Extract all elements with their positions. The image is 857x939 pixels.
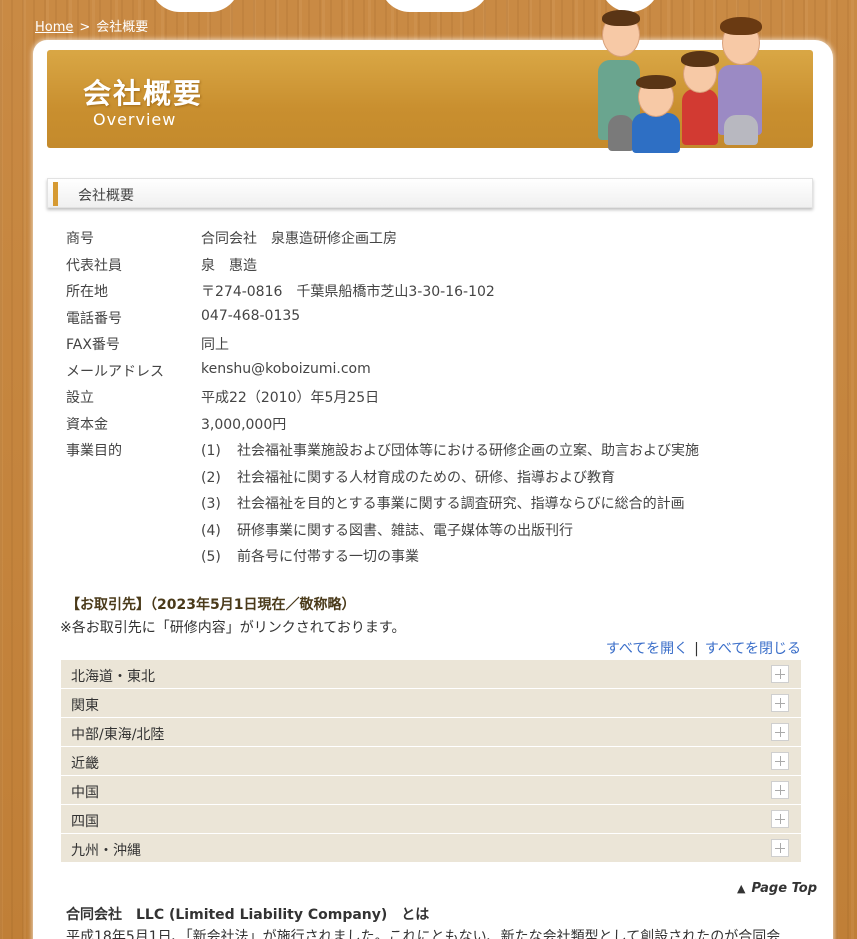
accordion-item-kanto[interactable]: 関東 (61, 689, 801, 718)
info-label: 所在地 (66, 284, 108, 300)
plus-icon[interactable] (771, 752, 789, 770)
accordion-item-label: 関東 (71, 698, 99, 714)
info-value: kenshu@koboizumi.com (201, 360, 371, 377)
open-all-link[interactable]: すべてを開く (606, 641, 688, 657)
breadcrumb-separator: > (79, 20, 91, 35)
list-item: (1) 社会福祉事業施設および団体等における研修企画の立案、助言および実施 (201, 443, 699, 459)
page-subtitle: Overview (93, 110, 177, 129)
family-illustration (590, 5, 780, 155)
accordion-item-chubu[interactable]: 中部/東海/北陸 (61, 718, 801, 747)
plus-icon[interactable] (771, 839, 789, 857)
info-label: メールアドレス (66, 363, 164, 380)
list-item: (2) 社会福祉に関する人材育成のための、研修、指導および教育 (201, 469, 615, 486)
accordion-item-label: 近畿 (71, 756, 99, 772)
clients-title: 【お取引先】（2023年5月1日現在／敬称略） (66, 597, 356, 613)
info-value: 〒274-0816 千葉県船橋市芝山3-30-16-102 (201, 284, 495, 300)
info-value: 3,000,000円 (201, 416, 287, 433)
breadcrumb-home-link[interactable]: Home (35, 20, 73, 35)
section-accent-bar (53, 182, 58, 206)
accordion-item-kinki[interactable]: 近畿 (61, 747, 801, 776)
plus-icon[interactable] (771, 810, 789, 828)
section-heading-label: 会社概要 (78, 188, 134, 204)
info-value: 047-468-0135 (201, 307, 301, 324)
accordion-toggle-links: すべてを開く | すべてを閉じる (606, 638, 801, 658)
list-item: (4) 研修事業に関する図書、雑誌、電子媒体等の出版刊行 (201, 522, 573, 539)
info-label: 事業目的 (66, 443, 122, 459)
accordion-item-label: 中部/東海/北陸 (71, 727, 165, 743)
info-value: 同上 (201, 337, 229, 353)
accordion-item-label: 四国 (71, 814, 99, 830)
info-value: 泉 惠造 (201, 257, 257, 274)
up-arrow-icon: ▲ (736, 882, 746, 895)
clients-note: ※各お取引先に「研修内容」がリンクされております。 (60, 620, 406, 636)
info-label: FAX番号 (66, 337, 120, 353)
accordion-item-shikoku[interactable]: 四国 (61, 805, 801, 834)
llc-paragraph: 平成18年5月1日、「新会社法」が施行されました。これにともない、新たな会社類型… (66, 929, 781, 939)
link-divider: | (694, 641, 699, 657)
accordion-item-label: 中国 (71, 785, 99, 801)
accordion-item-hokkaido-tohoku[interactable]: 北海道・東北 (61, 660, 801, 689)
info-value: 平成22（2010）年5月25日 (201, 390, 380, 406)
info-value: 合同会社 泉惠造研修企画工房 (201, 231, 397, 247)
clients-accordion: 北海道・東北 関東 中部/東海/北陸 近畿 中国 四国 九州・沖縄 (61, 660, 801, 863)
info-label: 代表社員 (66, 257, 122, 274)
breadcrumb: Home > 会社概要 (35, 16, 148, 35)
page-title: 会社概要 (83, 77, 204, 110)
list-item: (5) 前各号に付帯する一切の事業 (201, 549, 419, 565)
plus-icon[interactable] (771, 781, 789, 799)
plus-icon[interactable] (771, 665, 789, 683)
plus-icon[interactable] (771, 694, 789, 712)
plus-icon[interactable] (771, 723, 789, 741)
list-item: (3) 社会福祉を目的とする事業に関する調査研究、指導ならびに総合的計画 (201, 496, 685, 512)
info-label: 資本金 (66, 416, 108, 433)
accordion-item-label: 九州・沖縄 (71, 843, 141, 859)
page-top-label: Page Top (751, 881, 817, 896)
llc-heading: 合同会社 LLC (Limited Liability Company) とは (66, 907, 430, 923)
info-label: 電話番号 (66, 310, 122, 327)
close-all-link[interactable]: すべてを閉じる (705, 641, 801, 657)
section-heading: 会社概要 (47, 178, 813, 208)
info-label: 商号 (66, 231, 94, 247)
page-top-link[interactable]: ▲ Page Top (737, 881, 817, 896)
purpose-list: (1) 社会福祉事業施設および団体等における研修企画の立案、助言および実施 (2)… (201, 440, 699, 573)
info-label: 設立 (66, 390, 94, 406)
accordion-item-chugoku[interactable]: 中国 (61, 776, 801, 805)
breadcrumb-current: 会社概要 (96, 20, 149, 35)
accordion-item-kyushu-okinawa[interactable]: 九州・沖縄 (61, 834, 801, 863)
accordion-item-label: 北海道・東北 (71, 669, 155, 685)
